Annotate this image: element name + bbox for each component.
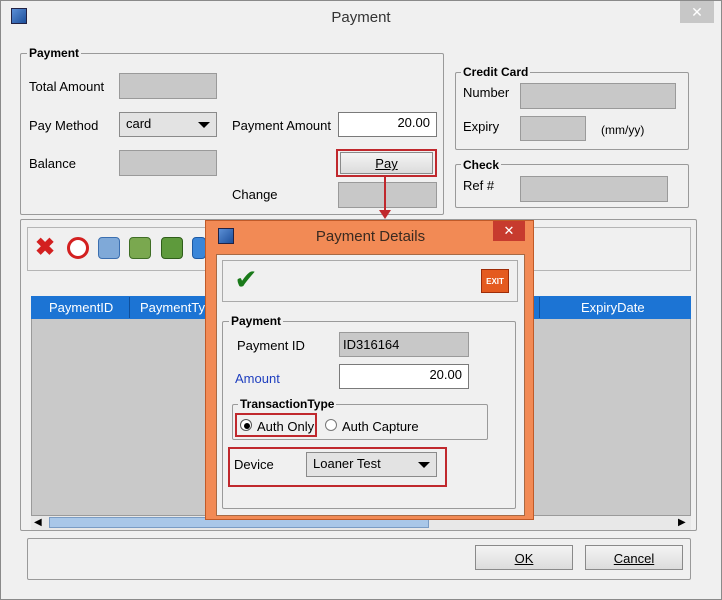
auth-only-radio[interactable]	[240, 419, 252, 431]
card-number-label: Number	[463, 85, 510, 100]
pay-method-value: card	[126, 116, 152, 131]
ref-label: Ref #	[463, 178, 495, 193]
ok-button[interactable]: OK	[475, 545, 573, 570]
dialog-toolbar	[222, 260, 518, 302]
card-icon[interactable]	[192, 237, 206, 259]
auth-capture-label[interactable]: Auth Capture	[342, 419, 419, 434]
money-icon[interactable]	[129, 237, 151, 259]
balance-field	[119, 150, 217, 176]
delete-icon[interactable]: ✖	[34, 236, 56, 260]
change-field	[338, 182, 437, 208]
expiry-field[interactable]	[520, 116, 586, 141]
transaction-type-legend: TransactionType	[238, 397, 337, 411]
pay-button-label: Pay	[375, 156, 398, 171]
column-header-expirydate[interactable]: ExpiryDate	[581, 300, 645, 315]
dialog-close-button[interactable]: ✕	[493, 221, 525, 241]
auth-capture-radio[interactable]	[325, 419, 337, 431]
check-legend: Check	[461, 158, 502, 172]
arrow-down-icon	[379, 210, 391, 219]
back-icon[interactable]	[98, 237, 120, 259]
payment-group-legend: Payment	[27, 46, 82, 60]
close-button[interactable]: ✕	[680, 1, 714, 23]
dialog-title: Payment Details	[315, 228, 426, 245]
title-bar: Payment ✕	[1, 1, 721, 33]
cancel-button[interactable]: Cancel	[585, 545, 683, 570]
expiry-label: Expiry	[463, 119, 500, 134]
column-header-paymenttype[interactable]: PaymentTy	[140, 300, 206, 315]
chevron-down-icon	[418, 462, 430, 468]
pay-method-label: Pay Method	[29, 118, 99, 133]
scroll-right-icon[interactable]: ▶	[678, 517, 686, 528]
total-amount-field	[119, 73, 217, 99]
payment-amount-label: Payment Amount	[232, 118, 331, 133]
card-number-field[interactable]	[520, 83, 676, 109]
amount-label: Amount	[235, 371, 280, 386]
total-amount-label: Total Amount	[29, 79, 105, 94]
device-label: Device	[234, 457, 274, 472]
change-label: Change	[232, 187, 278, 202]
pay-method-select[interactable]: card	[119, 112, 217, 137]
cash-icon[interactable]	[161, 237, 183, 259]
checkmark-icon[interactable]: ✔	[231, 264, 261, 296]
cancel-icon[interactable]	[67, 237, 89, 259]
column-divider	[539, 297, 540, 318]
scroll-left-icon[interactable]: ◀	[34, 517, 42, 528]
expiry-hint: (mm/yy)	[601, 123, 645, 137]
column-divider	[129, 297, 130, 318]
pay-button[interactable]: Pay	[340, 152, 433, 174]
cancel-button-label: Cancel	[613, 551, 655, 566]
dialog-payment-legend: Payment	[229, 314, 284, 328]
device-value: Loaner Test	[313, 456, 381, 471]
payment-amount-input[interactable]: 20.00	[338, 112, 437, 137]
credit-card-legend: Credit Card	[461, 65, 531, 79]
payment-details-dialog: Payment Details ✕ ✔ EXIT Payment Payment…	[205, 220, 534, 520]
connector-line	[384, 177, 386, 213]
ref-field[interactable]	[520, 176, 668, 202]
radio-dot-icon	[244, 423, 250, 429]
amount-input[interactable]: 20.00	[339, 364, 469, 389]
auth-only-label[interactable]: Auth Only	[257, 419, 314, 434]
exit-icon[interactable]: EXIT	[481, 269, 509, 293]
chevron-down-icon	[198, 122, 210, 128]
payment-id-label: Payment ID	[237, 338, 305, 353]
device-select[interactable]: Loaner Test	[306, 452, 437, 477]
window-title: Payment	[331, 9, 391, 26]
ok-button-label: OK	[514, 551, 534, 566]
balance-label: Balance	[29, 156, 76, 171]
payment-id-field: ID316164	[339, 332, 469, 357]
column-header-paymentid[interactable]: PaymentID	[49, 300, 114, 315]
